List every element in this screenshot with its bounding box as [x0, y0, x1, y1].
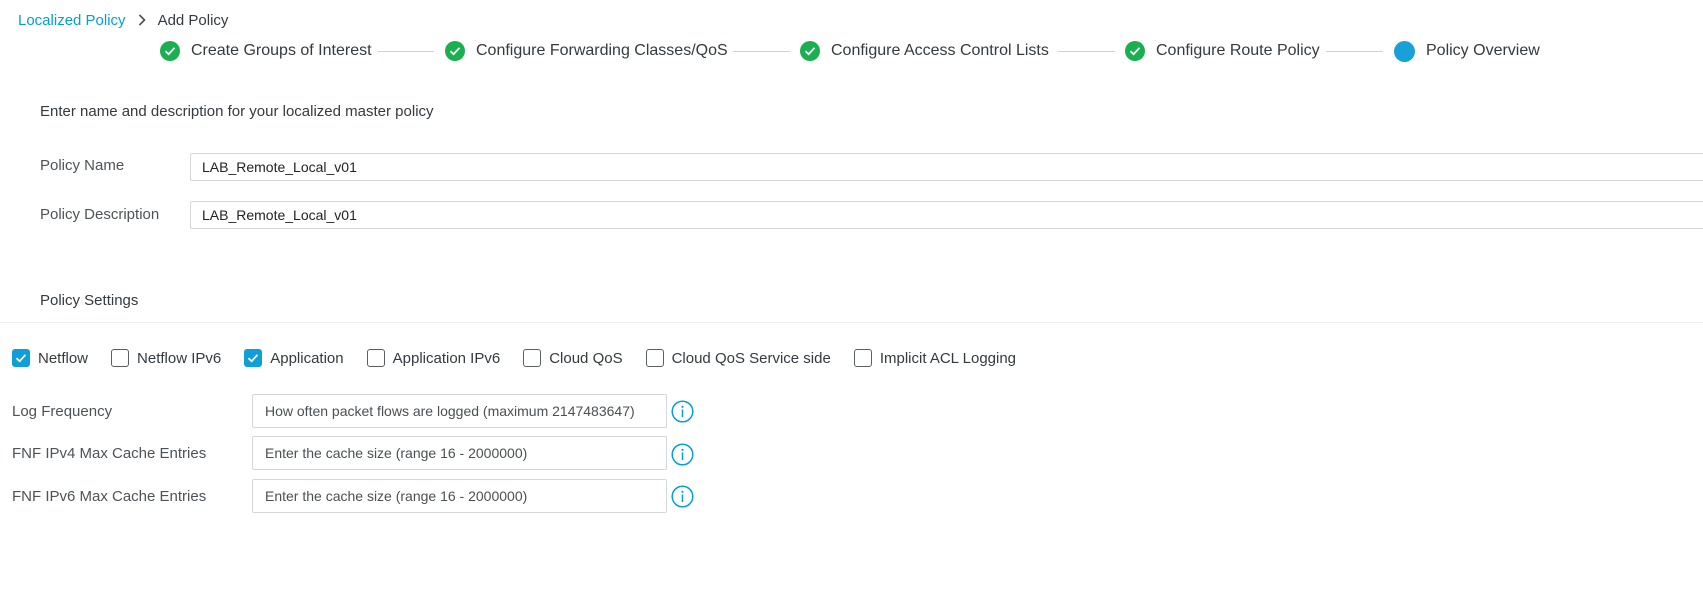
- breadcrumb: Localized Policy Add Policy: [18, 10, 228, 30]
- info-icon[interactable]: [671, 485, 694, 508]
- step-create-groups[interactable]: Create Groups of Interest: [160, 40, 372, 62]
- intro-text: Enter name and description for your loca…: [40, 103, 434, 120]
- info-icon[interactable]: [671, 400, 694, 423]
- check-circle-icon: [445, 41, 465, 61]
- application-checkbox[interactable]: Application: [244, 349, 344, 367]
- checkbox-label: Application IPv6: [392, 349, 501, 367]
- checkbox-label: Cloud QoS Service side: [671, 349, 831, 367]
- checkbox-unchecked-icon: [111, 349, 130, 367]
- step-access-control-lists[interactable]: Configure Access Control Lists: [800, 40, 1049, 62]
- policy-settings-checkboxes: Netflow Netflow IPv6 Application Applica…: [12, 348, 1039, 368]
- checkbox-label: Cloud QoS: [549, 349, 623, 367]
- check-circle-icon: [1125, 41, 1145, 61]
- checkbox-checked-icon: [244, 349, 263, 367]
- log-frequency-label: Log Frequency: [12, 403, 113, 420]
- step-label: Policy Overview: [1426, 42, 1540, 59]
- step-label: Configure Route Policy: [1156, 42, 1320, 59]
- dot-circle-icon: [1394, 40, 1415, 62]
- application-ipv6-checkbox[interactable]: Application IPv6: [366, 349, 501, 367]
- log-frequency-input[interactable]: [252, 394, 667, 428]
- checkbox-unchecked-icon: [853, 349, 872, 367]
- info-icon[interactable]: [671, 443, 694, 466]
- checkbox-unchecked-icon: [366, 349, 385, 367]
- breadcrumb-localized-policy-link[interactable]: Localized Policy: [18, 12, 126, 29]
- step-connector: [1058, 51, 1115, 52]
- implicit-acl-logging-checkbox[interactable]: Implicit ACL Logging: [853, 349, 1017, 367]
- cloud-qos-checkbox[interactable]: Cloud QoS: [523, 349, 623, 367]
- step-connector: [1326, 51, 1383, 52]
- section-divider: [0, 322, 1703, 323]
- checkbox-label: Netflow: [38, 349, 89, 367]
- checkbox-label: Netflow IPv6: [137, 349, 222, 367]
- step-label: Configure Forwarding Classes/QoS: [476, 42, 728, 59]
- fnf-ipv4-cache-label: FNF IPv4 Max Cache Entries: [12, 445, 207, 462]
- fnf-ipv6-cache-label: FNF IPv6 Max Cache Entries: [12, 488, 207, 505]
- fnf-ipv6-cache-input[interactable]: [252, 479, 667, 513]
- checkbox-label: Application: [270, 349, 344, 367]
- policy-description-label: Policy Description: [40, 206, 160, 223]
- fnf-ipv4-cache-input[interactable]: [252, 436, 667, 470]
- step-label: Create Groups of Interest: [191, 42, 372, 59]
- step-policy-overview[interactable]: Policy Overview: [1394, 40, 1540, 62]
- policy-name-label: Policy Name: [40, 157, 125, 174]
- policy-name-input[interactable]: [190, 153, 1703, 181]
- check-circle-icon: [800, 41, 820, 61]
- step-label: Configure Access Control Lists: [831, 42, 1049, 59]
- policy-settings-title: Policy Settings: [40, 292, 139, 309]
- chevron-right-icon: [138, 14, 146, 26]
- checkbox-unchecked-icon: [645, 349, 664, 367]
- step-forwarding-classes[interactable]: Configure Forwarding Classes/QoS: [445, 40, 728, 62]
- checkbox-label: Implicit ACL Logging: [879, 349, 1017, 367]
- checkbox-checked-icon: [12, 349, 30, 367]
- cloud-qos-service-side-checkbox[interactable]: Cloud QoS Service side: [645, 349, 831, 367]
- check-circle-icon: [160, 41, 180, 61]
- netflow-ipv6-checkbox[interactable]: Netflow IPv6: [111, 349, 221, 367]
- policy-description-input[interactable]: [190, 201, 1703, 229]
- step-connector: [733, 51, 790, 52]
- checkbox-unchecked-icon: [523, 349, 542, 367]
- netflow-checkbox[interactable]: Netflow: [12, 349, 88, 367]
- step-connector: [378, 51, 434, 52]
- breadcrumb-current: Add Policy: [157, 11, 229, 29]
- step-route-policy[interactable]: Configure Route Policy: [1125, 40, 1320, 62]
